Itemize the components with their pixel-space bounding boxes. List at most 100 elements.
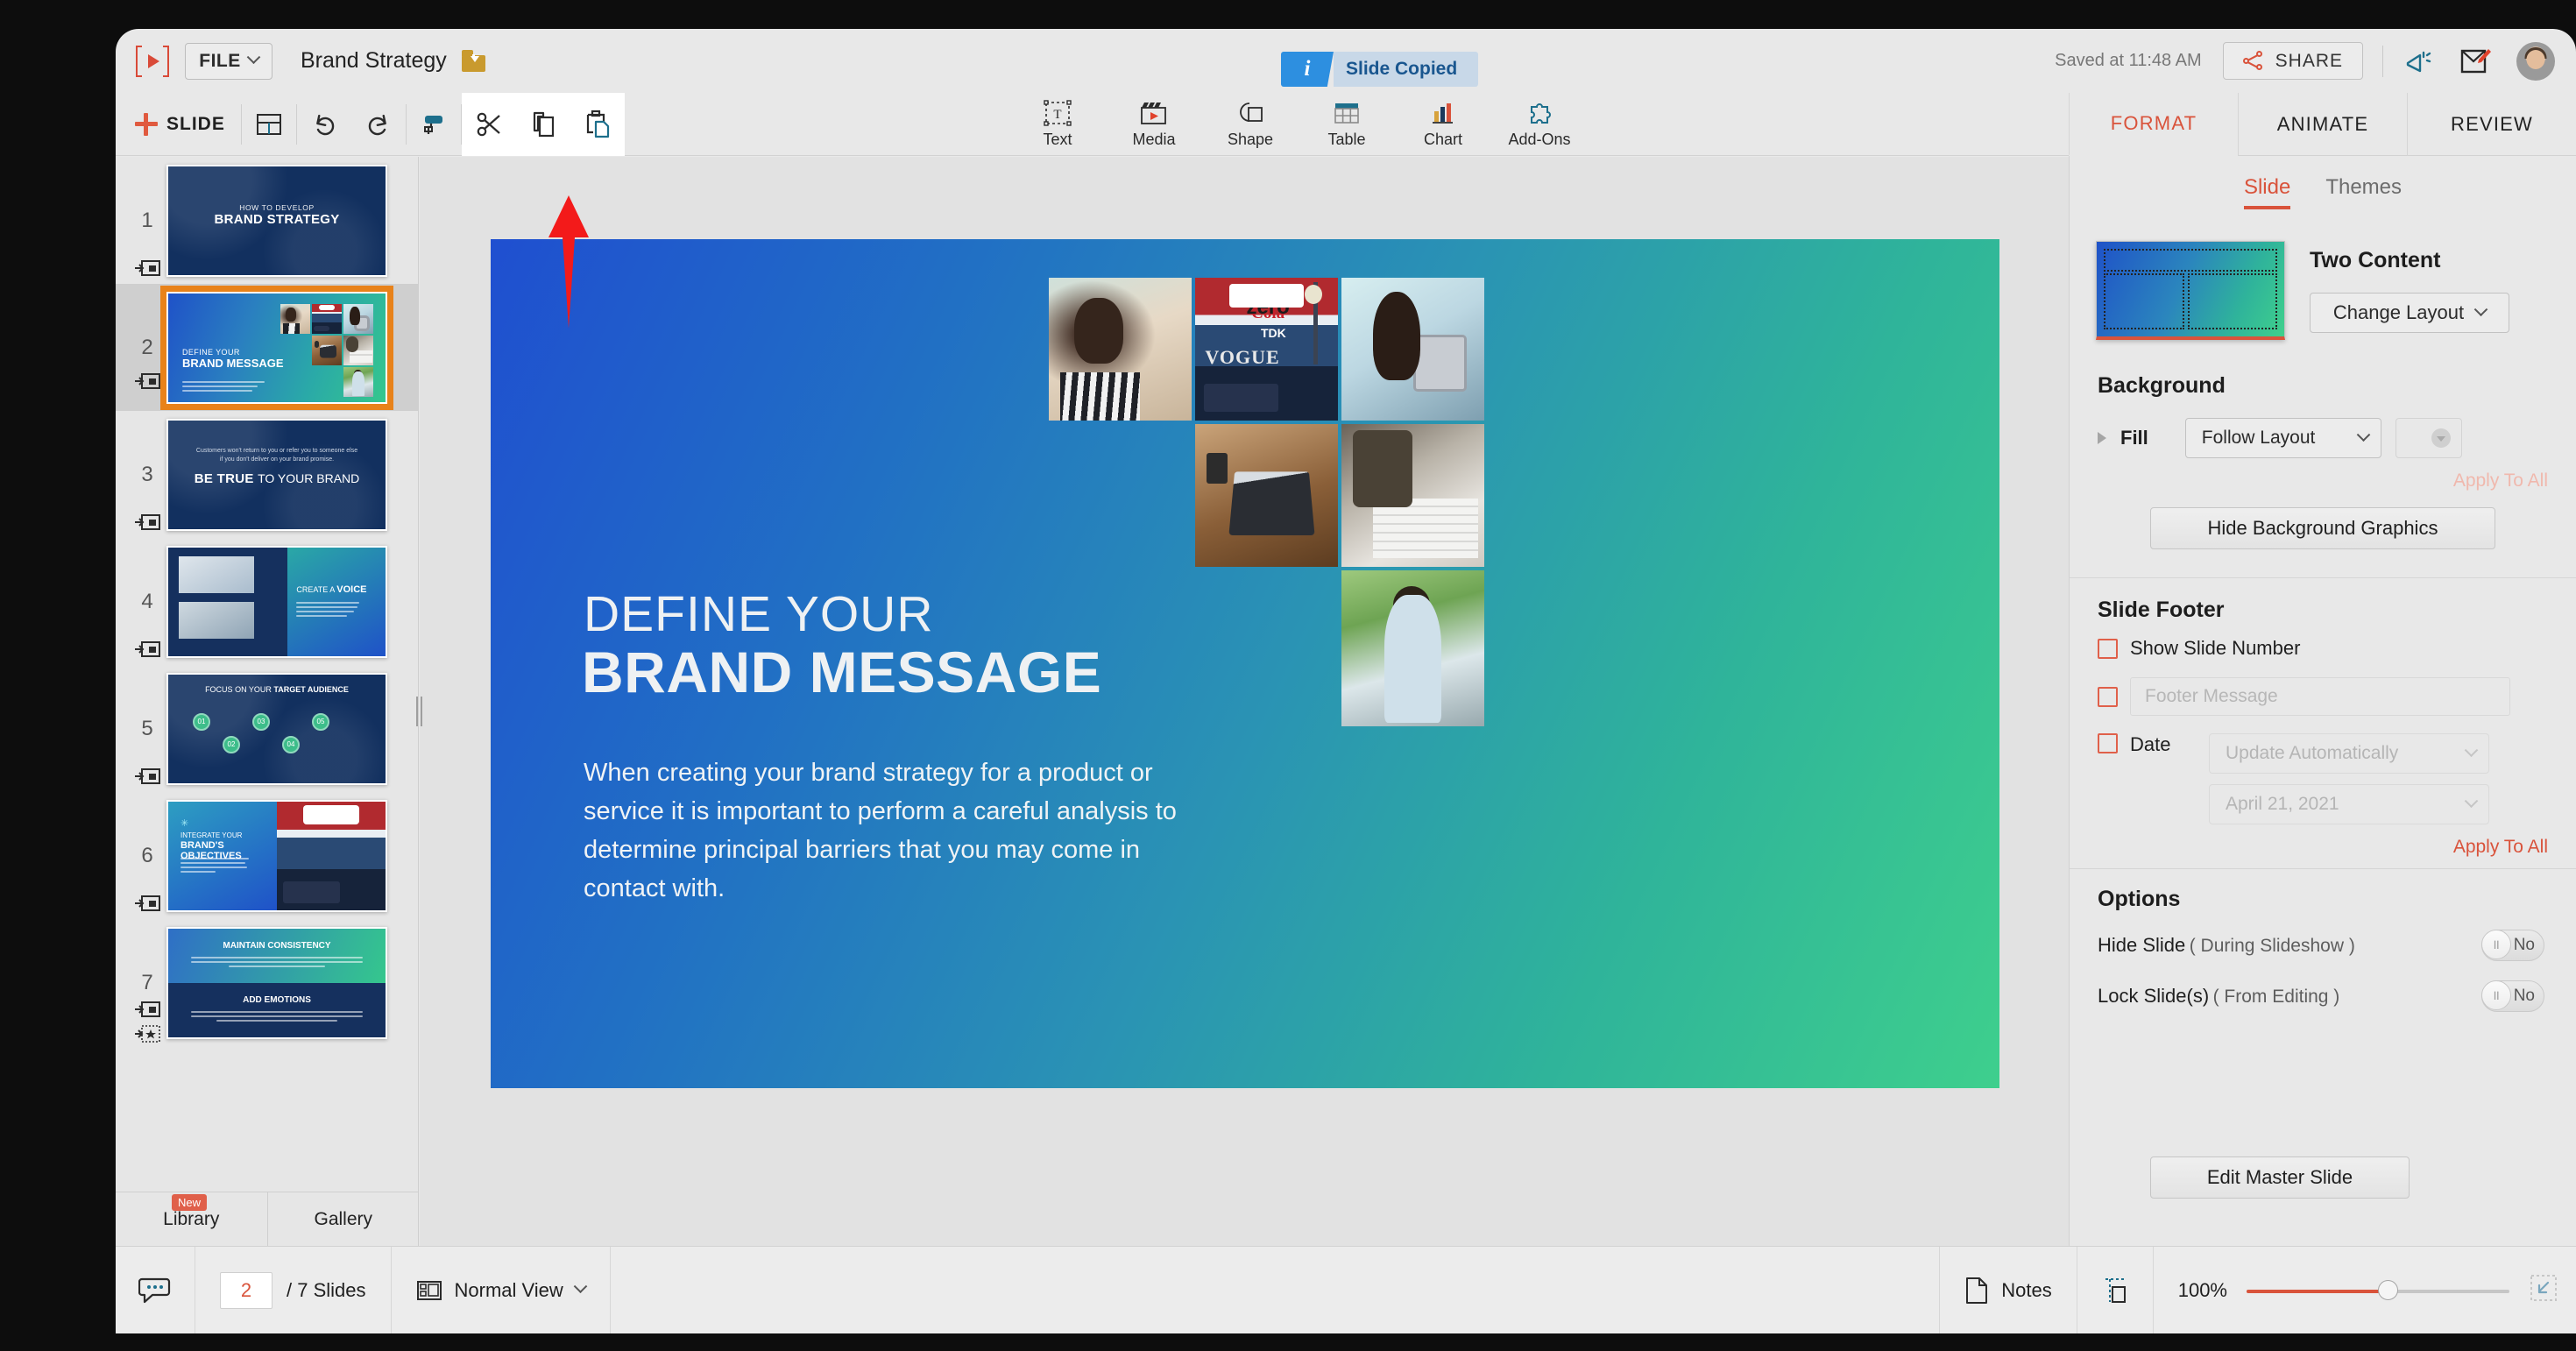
transition-icon[interactable] <box>135 371 161 392</box>
insert-chart-button[interactable]: Chart <box>1395 93 1491 156</box>
subtab-themes[interactable]: Themes <box>2325 175 2402 209</box>
comments-button[interactable] <box>116 1247 195 1334</box>
lock-slide-toggle[interactable]: ॥ No <box>2481 980 2544 1012</box>
chevron-down-icon <box>2465 743 2479 757</box>
paint-roller-icon[interactable] <box>407 93 461 156</box>
slide-title-line2[interactable]: BRAND MESSAGE <box>582 639 1101 705</box>
user-avatar[interactable] <box>2516 42 2555 81</box>
change-layout-button[interactable]: Change Layout <box>2310 293 2509 333</box>
tab-animate[interactable]: ANIMATE <box>2238 93 2407 156</box>
slide-thumbnail-1[interactable]: 1 HOW TO DEVELOP BRAND STRATEGY <box>116 157 419 284</box>
thumb-line2: TARGET AUDIENCE <box>273 685 349 694</box>
active-slide[interactable]: DEFINE YOUR BRAND MESSAGE When creating … <box>491 239 1999 1088</box>
slide-photo-4[interactable] <box>1195 424 1338 567</box>
slide-thumbnail-4[interactable]: 4 CREATE A VOICE <box>116 538 419 665</box>
megaphone-icon[interactable] <box>2403 46 2434 77</box>
document-title[interactable]: Brand Strategy <box>301 48 447 74</box>
date-value-dropdown[interactable]: April 21, 2021 <box>2209 784 2489 824</box>
zoom-slider[interactable] <box>2247 1288 2509 1293</box>
insert-media-button[interactable]: Media <box>1106 93 1202 156</box>
footer-message-input[interactable]: Footer Message <box>2130 677 2510 716</box>
layout-preview[interactable] <box>2096 241 2285 340</box>
presentation-logo-icon[interactable] <box>135 44 170 79</box>
insert-text-button[interactable]: T Text <box>1009 93 1106 156</box>
chevron-down-icon <box>574 1279 588 1293</box>
notes-button[interactable]: Notes <box>1939 1247 2076 1334</box>
slide-thumbnail-5[interactable]: 5 FOCUS ON YOUR TARGET AUDIENCE 01 03 05… <box>116 665 419 792</box>
thumb-line1: INTEGRATE YOUR <box>180 831 242 839</box>
guides-icon <box>2102 1277 2128 1305</box>
insert-addons-button[interactable]: Add-Ons <box>1491 93 1588 156</box>
slide-thumbnail-3[interactable]: 3 Customers won't return to you or refer… <box>116 411 419 538</box>
lock-slide-value: No <box>2514 987 2535 1006</box>
share-nodes-icon <box>2243 50 2265 72</box>
hide-slide-sublabel: ( During Slideshow ) <box>2190 936 2355 956</box>
text-box-icon: T <box>1043 98 1072 128</box>
slide-photo-6[interactable] <box>1341 570 1484 726</box>
undo-icon[interactable] <box>297 93 351 156</box>
right-panel-tabs: FORMAT ANIMATE REVIEW <box>2069 93 2576 156</box>
folder-download-icon[interactable] <box>462 50 485 72</box>
toast-notification: i Slide Copied <box>1281 52 1478 87</box>
redo-icon[interactable] <box>351 93 406 156</box>
color-dropdown-icon[interactable] <box>2396 418 2462 458</box>
animation-icon[interactable] <box>135 1023 161 1044</box>
subtab-slide[interactable]: Slide <box>2244 175 2290 209</box>
transition-icon[interactable] <box>135 639 161 660</box>
tab-review[interactable]: REVIEW <box>2407 93 2576 156</box>
footer-apply-to-all[interactable]: Apply To All <box>2070 837 2576 858</box>
slide-photo-2[interactable]: Coca-Colazero TDKVOGUE <box>1195 278 1338 421</box>
background-apply-to-all[interactable]: Apply To All <box>2070 470 2576 492</box>
footer-message-checkbox[interactable] <box>2098 687 2118 707</box>
fill-dropdown[interactable]: Follow Layout <box>2185 418 2381 458</box>
transition-icon[interactable] <box>135 893 161 914</box>
paste-icon[interactable] <box>570 93 625 156</box>
triangle-right-icon[interactable] <box>2098 432 2106 444</box>
guides-button[interactable] <box>2077 1247 2154 1334</box>
saved-status: Saved at 11:48 AM <box>2055 51 2202 71</box>
transition-icon[interactable] <box>135 512 161 533</box>
panel-divider-2 <box>2070 868 2576 869</box>
transition-icon[interactable] <box>135 999 161 1020</box>
scissors-cut-icon[interactable] <box>462 93 516 156</box>
gallery-tab[interactable]: Gallery <box>268 1192 420 1246</box>
date-checkbox[interactable] <box>2098 733 2118 753</box>
tab-format[interactable]: FORMAT <box>2069 93 2238 156</box>
show-slide-number-checkbox[interactable] <box>2098 639 2118 659</box>
insert-shape-button[interactable]: Shape <box>1202 93 1299 156</box>
slide-thumbnail-6[interactable]: 6 ✳ INTEGRATE YOUR BRAND'S OBJECTIVES <box>116 792 419 919</box>
red-up-arrow <box>542 192 595 336</box>
slide-photo-1[interactable] <box>1049 278 1192 421</box>
file-menu-button[interactable]: FILE <box>185 43 272 80</box>
edit-master-slide-button[interactable]: Edit Master Slide <box>2150 1156 2410 1199</box>
hide-background-graphics-button[interactable]: Hide Background Graphics <box>2150 507 2495 549</box>
insert-chart-label: Chart <box>1424 131 1462 149</box>
slide-layout-icon[interactable] <box>242 93 296 156</box>
fit-to-screen-icon[interactable] <box>2529 1273 2558 1307</box>
insert-table-button[interactable]: Table <box>1299 93 1395 156</box>
transition-icon[interactable] <box>135 258 161 279</box>
slide-thumbnail-7[interactable]: 7 MAINTAIN CONSISTENCY ADD EMOTI <box>116 919 419 1046</box>
slide-photo-5[interactable] <box>1341 424 1484 567</box>
slide-total-label: / 7 Slides <box>287 1279 366 1302</box>
library-tab[interactable]: Library New <box>116 1192 268 1246</box>
background-fill-row: Fill Follow Layout <box>2070 418 2576 458</box>
transition-icon[interactable] <box>135 766 161 787</box>
slide-thumbnail-list[interactable]: 1 HOW TO DEVELOP BRAND STRATEGY 2 <box>116 157 419 1147</box>
add-slide-button[interactable]: SLIDE <box>135 113 241 136</box>
slide-title-line1[interactable]: DEFINE YOUR <box>584 585 934 643</box>
header-right-actions: Saved at 11:48 AM SHARE <box>2055 29 2555 93</box>
date-mode-dropdown[interactable]: Update Automatically <box>2209 733 2489 774</box>
hide-slide-toggle[interactable]: ॥ No <box>2481 930 2544 961</box>
new-badge: New <box>172 1194 207 1211</box>
current-slide-input[interactable]: 2 <box>220 1272 272 1309</box>
slide-thumbnail-2[interactable]: 2 DEFINE YOUR BRAND MESSAGE <box>116 284 419 411</box>
hide-slide-label: Hide Slide <box>2098 934 2185 956</box>
view-mode-selector[interactable]: Normal View <box>392 1247 611 1334</box>
share-button[interactable]: SHARE <box>2223 42 2363 80</box>
copy-icon[interactable] <box>516 93 570 156</box>
slide-photo-3[interactable] <box>1341 278 1484 421</box>
edit-note-icon[interactable] <box>2460 46 2492 76</box>
slide-body-text[interactable]: When creating your brand strategy for a … <box>584 753 1197 908</box>
sidebar-resize-handle[interactable] <box>414 695 423 728</box>
